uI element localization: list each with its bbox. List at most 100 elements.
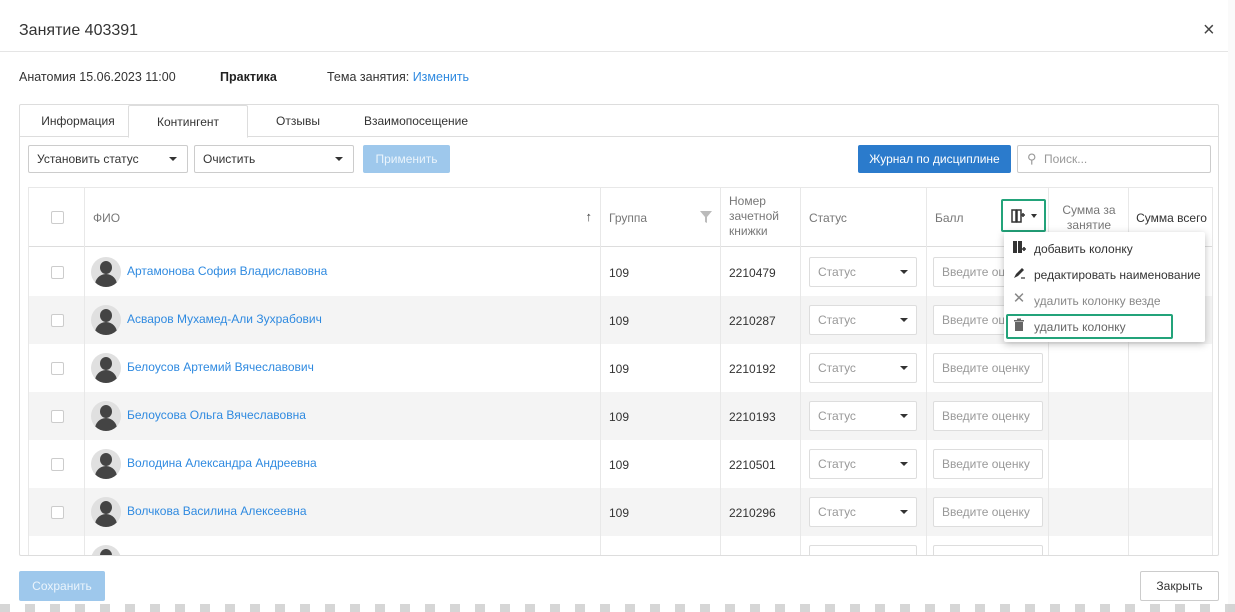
search-placeholder: Поиск... (1044, 152, 1088, 166)
header-lesson-sum-label: Сумма за занятие (1062, 203, 1116, 232)
row-checkbox[interactable] (51, 362, 64, 375)
header-name-label: ФИО (93, 211, 121, 225)
avatar (91, 401, 121, 431)
row-checkbox[interactable] (51, 266, 64, 279)
row-checkbox[interactable] (51, 458, 64, 471)
header-status-label: Статус (809, 211, 847, 225)
status-select[interactable]: Статус (809, 449, 917, 479)
header-select-cell (29, 188, 85, 248)
save-button[interactable]: Сохранить (19, 571, 105, 601)
select-all-checkbox[interactable] (51, 211, 64, 224)
close-button[interactable]: Закрыть (1140, 571, 1219, 601)
record-value: 2210296 (729, 506, 776, 520)
student-name-link[interactable]: Волчкова Василина Алексеевна (127, 504, 307, 518)
filter-icon[interactable] (700, 211, 712, 223)
column-settings-button[interactable] (1001, 199, 1046, 232)
student-name-link[interactable]: Артамонова София Владиславовна (127, 264, 327, 278)
row-select-cell (29, 248, 85, 296)
chevron-down-icon (900, 366, 908, 370)
student-name-link[interactable]: Белоусова Ольга Вячеславовна (127, 408, 306, 422)
record-cell: 2210296 (721, 488, 801, 536)
topic-label: Тема занятия: (327, 70, 413, 84)
background-pattern (0, 604, 1235, 612)
header-status: Статус (801, 188, 927, 248)
group-value: 109 (609, 506, 630, 520)
student-name-link[interactable]: Володина Александра Андреевна (127, 456, 317, 470)
edit-name-label: редактировать наименование (1034, 268, 1201, 282)
chevron-down-icon (900, 462, 908, 466)
row-checkbox[interactable] (51, 506, 64, 519)
table-row: Волчкова Василина Алексеевна 109 2210296… (29, 488, 1212, 536)
add-column-item[interactable]: добавить колонку (1004, 236, 1205, 262)
chevron-down-icon (1031, 214, 1037, 218)
record-cell: 2210501 (721, 440, 801, 488)
header-group[interactable]: Группа (601, 188, 721, 248)
score-input[interactable]: Введите оценку (933, 497, 1043, 527)
row-select-cell (29, 392, 85, 440)
sort-asc-icon[interactable]: ↑ (586, 209, 593, 224)
apply-button[interactable]: Применить (363, 145, 450, 173)
score-input[interactable] (933, 545, 1043, 555)
header-total-sum-label: Сумма всего (1136, 211, 1207, 225)
status-select-label: Статус (818, 361, 856, 375)
record-cell: 2210193 (721, 392, 801, 440)
score-input[interactable]: Введите оценку (933, 401, 1043, 431)
score-input[interactable]: Введите оценку (933, 449, 1043, 479)
lesson-sum-cell (1049, 344, 1129, 392)
row-select-cell (29, 344, 85, 392)
row-select-cell (29, 440, 85, 488)
group-cell: 109 (601, 440, 721, 488)
columns-icon (1011, 209, 1025, 223)
status-select[interactable]: Статус (809, 305, 917, 335)
set-status-select[interactable]: Установить статус (28, 145, 188, 173)
row-select-cell (29, 488, 85, 536)
header-record-book-label: Номер зачетной книжки (729, 194, 779, 238)
status-select[interactable] (809, 545, 917, 555)
status-select[interactable]: Статус (809, 401, 917, 431)
discipline-journal-button[interactable]: Журнал по дисциплине (858, 145, 1011, 173)
student-name-link[interactable]: Асваров Мухамед-Али Зухрабович (127, 312, 322, 326)
background-strip (1228, 0, 1235, 612)
group-cell: 109 (601, 296, 721, 344)
chevron-down-icon (900, 318, 908, 322)
status-select[interactable]: Статус (809, 353, 917, 383)
change-topic-link[interactable]: Изменить (413, 70, 469, 84)
tab-mutual-visits[interactable]: Взаимопосещение (348, 105, 484, 137)
total-sum-cell (1129, 440, 1212, 488)
score-cell (927, 536, 1049, 555)
tab-bar: Информация Контингент Отзывы Взаимопосещ… (20, 105, 1218, 138)
total-sum-cell (1129, 392, 1212, 440)
status-select[interactable]: Статус (809, 497, 917, 527)
status-select-label: Статус (818, 409, 856, 423)
header-score-label: Балл (935, 211, 964, 225)
edit-name-item[interactable]: редактировать наименование (1004, 262, 1205, 288)
status-select-label: Статус (818, 457, 856, 471)
status-cell: Статус (801, 248, 927, 296)
record-value: 2210192 (729, 362, 776, 376)
tab-contingent[interactable]: Контингент (128, 105, 248, 138)
status-cell: Статус (801, 488, 927, 536)
total-sum-cell (1129, 344, 1212, 392)
chevron-down-icon (900, 270, 908, 274)
row-checkbox[interactable] (51, 410, 64, 423)
delete-column-everywhere-item[interactable]: ✕ удалить колонку везде (1004, 288, 1205, 314)
close-icon[interactable]: × (1203, 20, 1215, 40)
clear-select[interactable]: Очистить (194, 145, 354, 173)
status-select[interactable]: Статус (809, 257, 917, 287)
total-sum-cell (1129, 488, 1212, 536)
row-checkbox[interactable] (51, 314, 64, 327)
tab-info[interactable]: Информация (28, 105, 128, 137)
group-cell: 109 (601, 344, 721, 392)
clear-label: Очистить (203, 152, 256, 166)
header-name[interactable]: ФИО ↑ (85, 188, 601, 248)
lesson-type: Практика (220, 70, 277, 84)
record-value: 2210193 (729, 410, 776, 424)
chevron-down-icon (169, 157, 177, 161)
avatar (91, 497, 121, 527)
student-name-link[interactable]: Белоусов Артемий Вячеславович (127, 360, 314, 374)
status-cell (801, 536, 927, 555)
tab-reviews[interactable]: Отзывы (248, 105, 348, 137)
modal-title: Занятие 403391 (19, 22, 139, 39)
search-input[interactable]: ⚲ Поиск... (1017, 145, 1211, 173)
score-input[interactable]: Введите оценку (933, 353, 1043, 383)
